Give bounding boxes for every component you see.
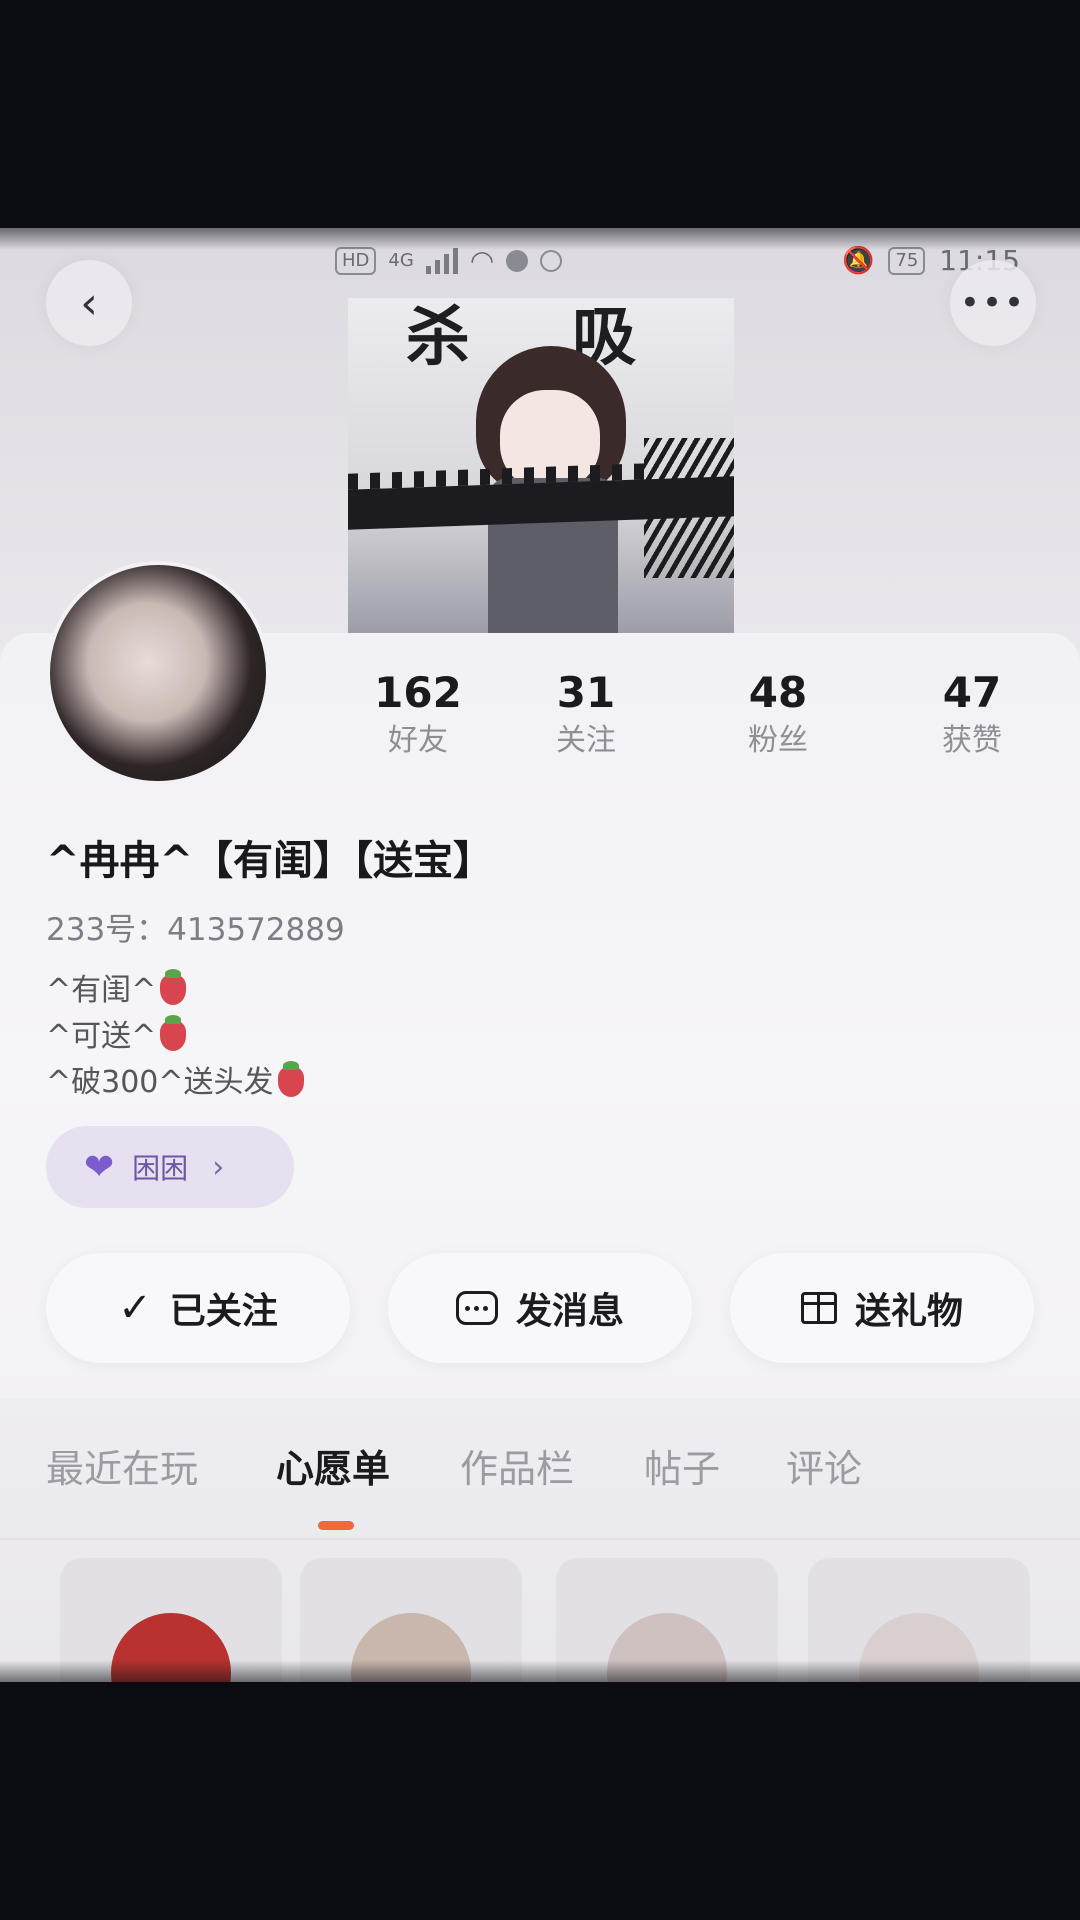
send-message-button[interactable]: 发消息 bbox=[388, 1253, 692, 1363]
tab-works[interactable]: 作品栏 bbox=[460, 1438, 574, 1493]
gift-icon bbox=[800, 1292, 837, 1324]
cover-image: 杀 吸 bbox=[348, 298, 734, 636]
stat-following[interactable]: 31 关注 bbox=[516, 668, 656, 764]
battery-icon: 75 bbox=[888, 246, 926, 275]
check-icon: ✓ bbox=[118, 1285, 152, 1331]
bio-line: ^破300^送头发 bbox=[46, 1060, 304, 1106]
status-bar: HD 4G ◠ 🔕 75 11:15 bbox=[0, 244, 1080, 284]
stat-followers[interactable]: 48 粉丝 bbox=[708, 668, 848, 764]
bio-line: ^可送^ bbox=[46, 1014, 304, 1060]
avatar[interactable] bbox=[46, 561, 270, 785]
hd-indicator: HD bbox=[335, 246, 377, 275]
chat-icon bbox=[455, 1291, 498, 1325]
stat-likes[interactable]: 47 获赞 bbox=[902, 668, 1042, 764]
app-notification-icon bbox=[506, 249, 529, 272]
followed-button[interactable]: ✓ 已关注 bbox=[46, 1253, 350, 1363]
app-notification-icon-2 bbox=[540, 249, 563, 272]
stat-friends[interactable]: 162 好友 bbox=[348, 668, 488, 764]
relationship-tag-label: 困困 bbox=[132, 1152, 189, 1185]
stat-value: 47 bbox=[942, 668, 1002, 717]
profile-name: ^冉冉^【有闺】【送宝】 bbox=[46, 838, 494, 884]
send-message-button-label: 发消息 bbox=[515, 1291, 624, 1332]
send-gift-button[interactable]: 送礼物 bbox=[730, 1253, 1034, 1363]
tab-posts[interactable]: 帖子 bbox=[644, 1438, 720, 1493]
stat-value: 162 bbox=[374, 668, 462, 717]
tab-divider bbox=[0, 1538, 1080, 1540]
back-button[interactable]: ‹ bbox=[46, 260, 132, 346]
profile-screen: HD 4G ◠ 🔕 75 11:15 ‹ ••• 杀 吸 162 好友 31 关… bbox=[0, 228, 1080, 1682]
relationship-tag[interactable]: ❤ 困困 › bbox=[46, 1126, 294, 1208]
stat-value: 31 bbox=[556, 668, 616, 717]
followed-button-label: 已关注 bbox=[169, 1291, 278, 1332]
chevron-left-icon: ‹ bbox=[80, 277, 98, 329]
stat-label: 关注 bbox=[556, 723, 616, 758]
signal-icon bbox=[425, 247, 458, 274]
heart-icon: ❤ bbox=[84, 1146, 115, 1188]
bio-line: ^有闺^ bbox=[46, 968, 304, 1014]
stat-value: 48 bbox=[748, 668, 808, 717]
send-gift-button-label: 送礼物 bbox=[854, 1291, 963, 1332]
stat-label: 好友 bbox=[388, 723, 448, 758]
active-tab-indicator bbox=[318, 1521, 354, 1530]
profile-bio: ^有闺^ ^可送^ ^破300^送头发 bbox=[46, 968, 304, 1106]
strawberry-icon bbox=[160, 969, 187, 1005]
profile-id: 233号：413572889 bbox=[46, 912, 345, 948]
tab-comments[interactable]: 评论 bbox=[786, 1438, 862, 1493]
chevron-right-icon: › bbox=[212, 1149, 225, 1185]
tab-wishlist[interactable]: 心愿单 bbox=[276, 1438, 390, 1493]
strawberry-icon bbox=[277, 1061, 304, 1097]
mute-icon: 🔕 bbox=[842, 245, 875, 276]
tab-recently-played[interactable]: 最近在玩 bbox=[46, 1438, 198, 1493]
stat-label: 粉丝 bbox=[748, 723, 808, 758]
network-type: 4G bbox=[388, 250, 414, 271]
strawberry-icon bbox=[160, 1015, 187, 1051]
more-button[interactable]: ••• bbox=[950, 260, 1036, 346]
stat-label: 获赞 bbox=[942, 723, 1002, 758]
more-dots-icon: ••• bbox=[959, 283, 1027, 323]
